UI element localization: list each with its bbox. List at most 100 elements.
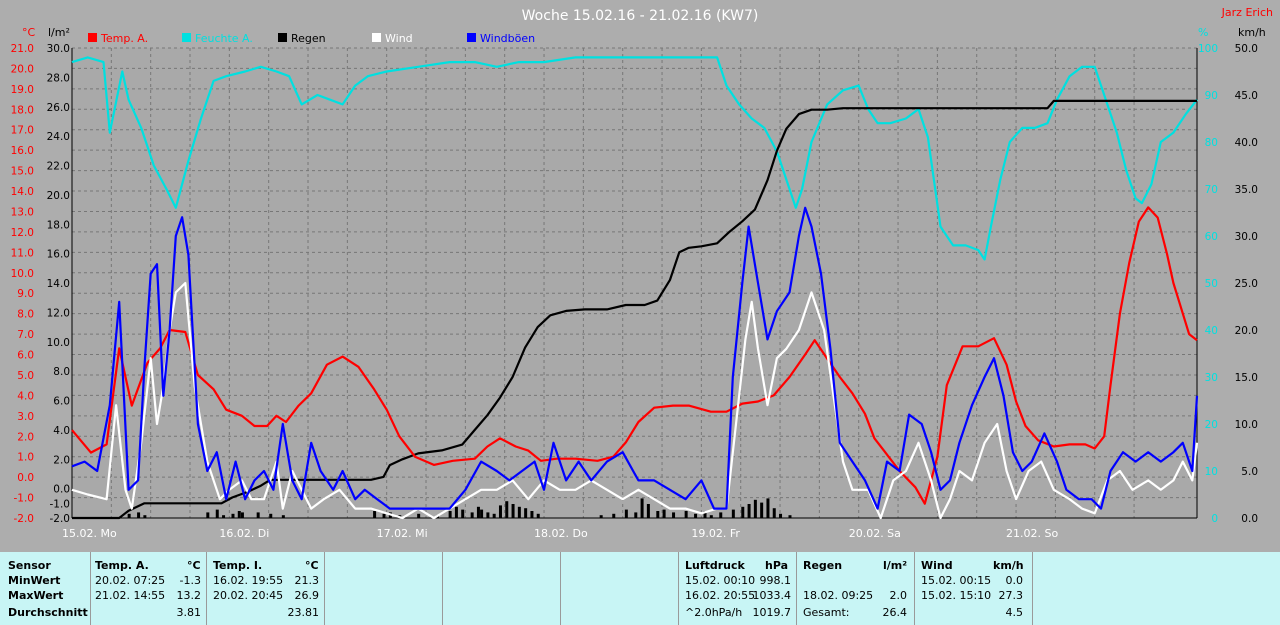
temp-a-title: Temp. A. (95, 559, 149, 572)
temp-tick-label: 9.0 (17, 288, 34, 300)
temp-tick-label: 13.0 (11, 206, 34, 218)
luftdruck-title: Luftdruck (685, 559, 745, 572)
x-tick-label: 18.02. Do (534, 527, 588, 540)
temp-i-unit: °C (305, 559, 319, 572)
x-tick-label: 21.02. So (1006, 527, 1058, 540)
temp-tick-label: 17.0 (11, 125, 34, 137)
temp-a-unit: °C (187, 559, 201, 572)
humidity-tick-label: 50 (1205, 278, 1218, 290)
rain-tick-label: 10.0 (47, 337, 70, 349)
rain-bar (417, 513, 421, 518)
rain-bar (448, 511, 452, 518)
wind-min-value: 0.0 (1005, 574, 1024, 587)
wind-tick-label: 30.0 (1235, 231, 1258, 243)
rain-bar (237, 511, 241, 518)
temp-a-max-value: 13.2 (176, 589, 202, 602)
temp-a-min-time: 20.02. 07:25 (95, 574, 166, 587)
legend-swatch (88, 33, 97, 42)
rain-bar (461, 509, 465, 518)
rain-bar (486, 512, 490, 518)
rain-bar (772, 508, 776, 518)
maxwert-label: MaxWert (8, 589, 64, 602)
chart-title: Woche 15.02.16 - 21.02.16 (KW7) (522, 8, 759, 24)
rain-bar (498, 505, 502, 518)
rain-bar (505, 501, 509, 518)
wind-tick-label: 10.0 (1235, 419, 1258, 431)
rain-tick-label: 14.0 (47, 278, 70, 290)
rain-tick-label: 0.0 (53, 484, 70, 496)
rain-bar (480, 509, 484, 518)
sensor-header: Sensor (8, 559, 51, 572)
legend-label: Wind (385, 32, 413, 45)
rain-bar (694, 513, 698, 518)
rain-bar (612, 513, 616, 518)
rain-bar (222, 515, 226, 518)
rain-bar (454, 506, 458, 518)
rain-bar (646, 504, 650, 518)
rain-tick-label: 22.0 (47, 161, 70, 173)
rain-bar (684, 511, 688, 518)
temp-tick-label: 18.0 (11, 104, 34, 116)
temp-tick-label: 2.0 (17, 431, 34, 443)
temp-tick-label: 8.0 (17, 309, 34, 321)
rain-bar (269, 513, 273, 518)
wind-max-value: 27.3 (998, 589, 1024, 602)
wind-tick-label: 25.0 (1235, 278, 1258, 290)
rain-tick-label: 16.0 (47, 249, 70, 261)
rain-bar (788, 515, 792, 518)
durchschnitt-label: Durchschnitt (8, 606, 88, 619)
rain-tick-label: 6.0 (53, 396, 70, 408)
humidity-tick-label: 60 (1205, 231, 1218, 243)
wind-tick-label: 0.0 (1241, 513, 1258, 525)
temp-i-title: Temp. I. (213, 559, 263, 572)
temp-tick-label: 5.0 (17, 370, 34, 382)
rain-bar (256, 512, 260, 518)
wind-tick-label: 5.0 (1241, 466, 1258, 478)
humidity-tick-label: 20 (1205, 419, 1218, 431)
legend-label: Regen (291, 32, 326, 45)
rain-bar (709, 515, 713, 518)
rain-bar (476, 506, 480, 518)
legend-label: Windböen (480, 32, 535, 45)
temp-tick-label: -1.0 (14, 493, 35, 505)
temp-tick-label: 14.0 (11, 186, 34, 198)
rain-bar (373, 511, 377, 518)
wind-tick-label: 15.0 (1235, 372, 1258, 384)
temp-tick-label: 4.0 (17, 390, 34, 402)
luftdruck-min-value: 998.1 (759, 574, 792, 587)
rain-tick-label: 8.0 (53, 366, 70, 378)
rain-bar (656, 511, 660, 518)
plot-area (72, 48, 1197, 518)
rain-bar (662, 509, 666, 518)
regen-total-value: 26.4 (882, 606, 908, 619)
humidity-tick-label: 0 (1211, 513, 1218, 525)
humidity-axis-unit: % (1198, 26, 1208, 39)
humidity-tick-label: 90 (1205, 90, 1218, 102)
temp-tick-label: 15.0 (11, 166, 34, 178)
temp-axis-unit: °C (22, 26, 36, 39)
empty-column-1 (324, 552, 442, 625)
rain-bar (760, 502, 764, 518)
legend: Temp. A. Feuchte A. Regen Wind Windböen (88, 32, 535, 45)
luftdruck-trend: ^2.0hPa/h (685, 606, 743, 619)
wind-title: Wind (921, 559, 953, 572)
rain-bar (672, 512, 676, 518)
wind-tick-label: 45.0 (1235, 90, 1258, 102)
rain-bar (747, 504, 751, 518)
temp-i-avg-value: 23.81 (287, 606, 320, 619)
rain-bar (741, 506, 745, 518)
temp-a-column: Temp. A. °C 20.02. 07:25 -1.3 21.02. 14:… (90, 552, 206, 625)
temp-i-max-value: 26.9 (294, 589, 320, 602)
temp-i-min-time: 16.02. 19:55 (213, 574, 284, 587)
luftdruck-max-value: 1033.4 (752, 589, 792, 602)
temp-tick-label: 10.0 (11, 268, 34, 280)
rain-tick-label: 18.0 (47, 219, 70, 231)
rain-bar (382, 513, 386, 518)
temp-tick-label: 19.0 (11, 84, 34, 96)
wind-tick-label: 20.0 (1235, 325, 1258, 337)
temp-tick-label: -2.0 (14, 513, 35, 525)
wind-unit: km/h (993, 559, 1024, 572)
temp-a-max-time: 21.02. 14:55 (95, 589, 166, 602)
rain-bar (127, 513, 131, 518)
rain-tick-label: -2.0 (50, 513, 71, 525)
